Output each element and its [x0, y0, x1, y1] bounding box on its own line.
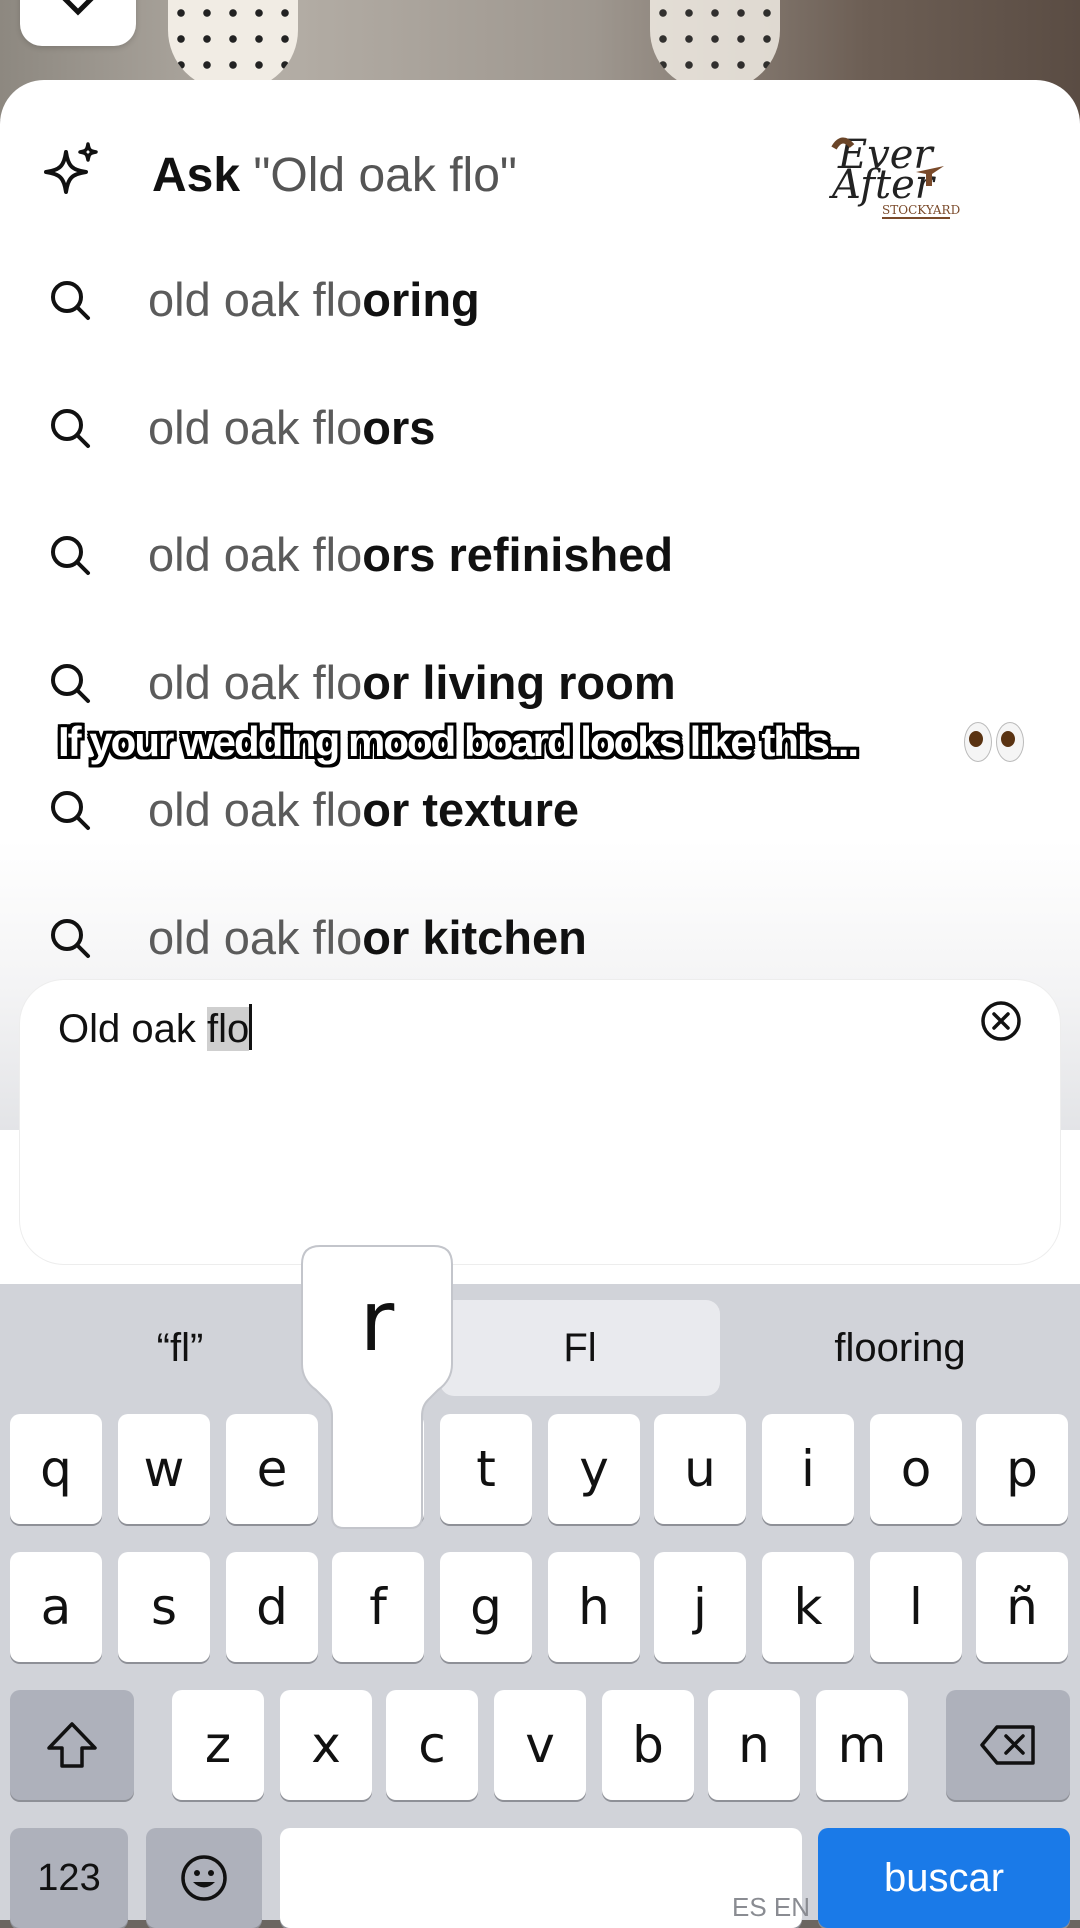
key-u[interactable]: u	[654, 1414, 746, 1524]
key-w[interactable]: w	[118, 1414, 210, 1524]
video-caption: If your wedding mood board looks like th…	[58, 718, 859, 765]
key-f[interactable]: f	[332, 1552, 424, 1662]
key-s[interactable]: s	[118, 1552, 210, 1662]
eye-icon	[964, 722, 992, 762]
suggestion-text: old oak flooring	[148, 273, 480, 326]
svg-text:STOCKYARD: STOCKYARD	[882, 203, 960, 217]
key-m[interactable]: m	[816, 1690, 908, 1800]
nail-image	[650, 0, 780, 90]
search-icon	[51, 791, 90, 831]
search-icon	[51, 281, 90, 320]
input-marked-text: flo	[206, 1007, 250, 1051]
suggestion-item[interactable]: old oak floors	[0, 364, 1080, 492]
backspace-icon	[980, 1725, 1035, 1765]
search-icon	[51, 408, 90, 448]
shift-icon	[47, 1722, 97, 1768]
key-n-tilde[interactable]: ñ	[976, 1552, 1068, 1662]
key-v[interactable]: v	[494, 1690, 586, 1800]
key-q[interactable]: q	[10, 1414, 102, 1524]
key-k[interactable]: k	[762, 1552, 854, 1662]
search-field-card: Old oak flo	[20, 980, 1060, 1264]
key-y[interactable]: y	[548, 1414, 640, 1524]
language-indicator: ES EN	[732, 1892, 811, 1922]
prediction-2[interactable]: Fl	[440, 1300, 720, 1396]
suggestion-text: old oak floor texture	[148, 783, 580, 837]
key-x[interactable]: x	[280, 1690, 372, 1800]
key-j[interactable]: j	[654, 1552, 746, 1662]
clear-input-icon[interactable]	[980, 1000, 1022, 1042]
space-key[interactable]	[280, 1828, 802, 1928]
search-input[interactable]: Old oak flo	[58, 1004, 253, 1052]
search-key[interactable]: buscar	[818, 1828, 1070, 1928]
key-b[interactable]: b	[602, 1690, 694, 1800]
prediction-3[interactable]: flooring	[780, 1300, 1020, 1396]
suggestion-item[interactable]: old oak flooring	[0, 236, 1080, 364]
eye-icon	[996, 722, 1024, 762]
key-n[interactable]: n	[708, 1690, 800, 1800]
emoji-icon	[181, 1855, 227, 1901]
key-p[interactable]: p	[976, 1414, 1068, 1524]
key-d[interactable]: d	[226, 1552, 318, 1662]
text-caret	[249, 1004, 253, 1050]
shift-key[interactable]	[10, 1690, 134, 1800]
key-g[interactable]: g	[440, 1552, 532, 1662]
key-h[interactable]: h	[548, 1552, 640, 1662]
svg-text:After: After	[828, 162, 937, 208]
key-o[interactable]: o	[870, 1414, 962, 1524]
search-icon	[51, 663, 90, 703]
key-popup-letter: r	[359, 1272, 395, 1370]
stockyard-logo: Ever After STOCKYARD	[828, 104, 960, 220]
search-icon	[51, 536, 90, 576]
ask-prefix: Ask	[152, 149, 254, 202]
suggestion-item[interactable]: old oak floors refinished	[0, 491, 1080, 619]
key-a[interactable]: a	[10, 1552, 102, 1662]
prediction-1[interactable]: “fl”	[60, 1300, 300, 1396]
input-prefix: Old oak	[58, 1007, 207, 1051]
ask-label: Ask "Old oak flo"	[152, 148, 517, 203]
suggestion-text: old oak floors refinished	[148, 528, 674, 582]
ask-query: "Old oak flo"	[253, 149, 517, 202]
backspace-key[interactable]	[946, 1690, 1070, 1800]
key-l[interactable]: l	[870, 1552, 962, 1662]
numbers-key[interactable]: 123	[10, 1828, 128, 1928]
suggestion-list: old oak flooring old oak floors old oak …	[0, 236, 1080, 1002]
key-c[interactable]: c	[386, 1690, 478, 1800]
emoji-key[interactable]	[146, 1828, 262, 1928]
nail-image	[168, 0, 298, 90]
sparkle-icon	[44, 142, 98, 194]
suggestion-text: old oak floor kitchen	[148, 910, 587, 964]
close-button[interactable]	[20, 0, 136, 46]
eyes-emoji-icon	[964, 722, 1024, 762]
close-icon	[62, 0, 94, 16]
suggestion-text: old oak floor living room	[148, 655, 676, 709]
search-icon	[51, 918, 90, 958]
key-i[interactable]: i	[762, 1414, 854, 1524]
key-z[interactable]: z	[172, 1690, 264, 1800]
suggestion-text: old oak floors	[148, 400, 436, 454]
